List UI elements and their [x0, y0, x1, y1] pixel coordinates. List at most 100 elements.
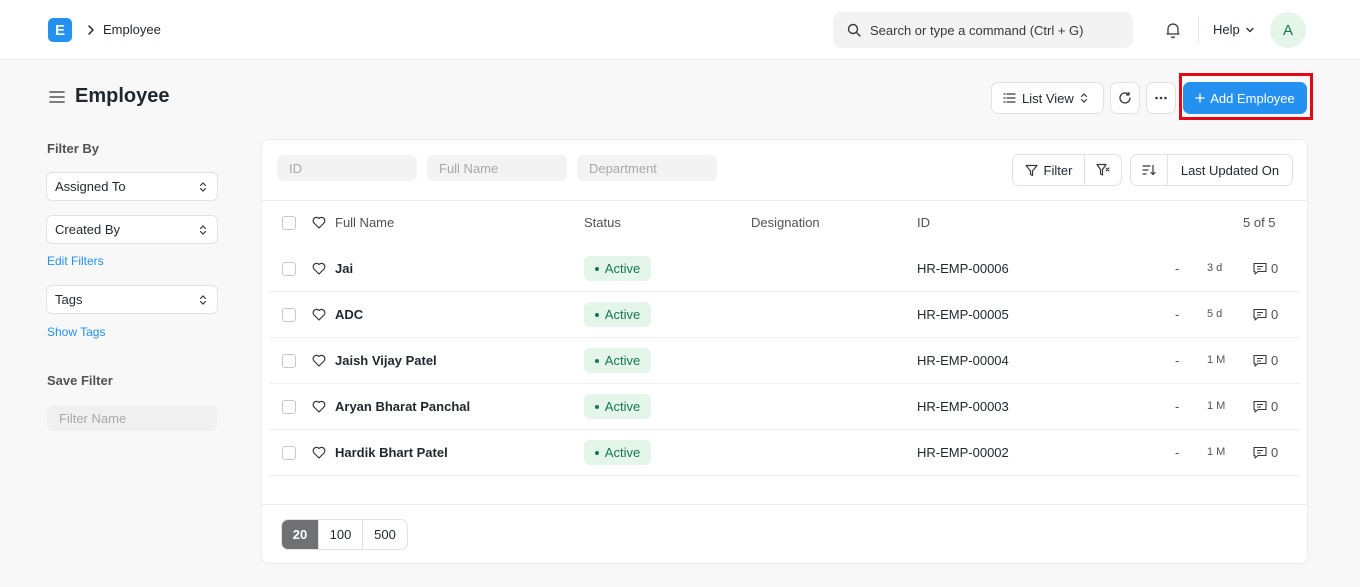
- search-input[interactable]: [870, 22, 1110, 38]
- filter-area-divider: [262, 200, 1307, 201]
- page-title: Employee: [75, 85, 170, 107]
- row-checkbox[interactable]: [282, 446, 296, 460]
- employee-id: HR-EMP-00005: [917, 307, 1009, 322]
- row-assignee: -: [1175, 353, 1180, 368]
- list-view-label: List View: [1022, 90, 1074, 106]
- help-dropdown[interactable]: Help: [1213, 22, 1255, 37]
- navbar: E Employee Help A: [0, 0, 1360, 60]
- status-dot: [594, 312, 599, 317]
- page-size-20-button[interactable]: 20: [282, 520, 319, 549]
- heart-icon[interactable]: [312, 262, 326, 275]
- status-badge[interactable]: Active: [584, 302, 651, 327]
- assigned-to-label: Assigned To: [55, 179, 126, 194]
- breadcrumb-employee[interactable]: Employee: [103, 22, 161, 37]
- status-dot: [594, 450, 599, 455]
- filter-button-group: Filter: [1012, 154, 1122, 186]
- tags-select[interactable]: Tags: [46, 285, 218, 314]
- navbar-divider: [1198, 16, 1199, 43]
- row-divider: [269, 337, 1300, 338]
- plus-icon: [1195, 93, 1205, 103]
- heart-icon[interactable]: [312, 446, 326, 459]
- sort-descending-icon: [1142, 164, 1156, 176]
- created-by-select[interactable]: Created By: [46, 215, 218, 244]
- filter-button[interactable]: Filter: [1013, 155, 1085, 185]
- status-badge[interactable]: Active: [584, 348, 651, 373]
- employee-id: HR-EMP-00004: [917, 353, 1009, 368]
- comment-icon: [1253, 354, 1267, 367]
- employee-name-link[interactable]: Jai: [335, 261, 353, 276]
- select-arrows-icon: [199, 294, 207, 305]
- department-filter-input[interactable]: [577, 155, 717, 181]
- status-label: Active: [604, 353, 641, 368]
- select-arrows-icon: [1080, 93, 1087, 103]
- heart-icon[interactable]: [312, 308, 326, 321]
- status-label: Active: [604, 445, 641, 460]
- employee-id: HR-EMP-00006: [917, 261, 1009, 276]
- row-checkbox[interactable]: [282, 400, 296, 414]
- row-divider: [269, 383, 1300, 384]
- assigned-to-select[interactable]: Assigned To: [46, 172, 218, 201]
- row-assignee: -: [1175, 261, 1180, 276]
- page-size-500-button[interactable]: 500: [363, 520, 407, 549]
- filter-label: Filter: [1043, 162, 1073, 178]
- comment-icon: [1253, 446, 1267, 459]
- column-header-full-name: Full Name: [335, 215, 395, 230]
- id-filter-input[interactable]: [277, 155, 417, 181]
- filter-clear-icon: [1096, 163, 1110, 176]
- app-logo[interactable]: E: [48, 18, 72, 42]
- heart-icon[interactable]: [312, 354, 326, 367]
- sidebar-toggle-icon[interactable]: [49, 90, 65, 104]
- notification-bell-icon[interactable]: [1164, 21, 1182, 39]
- row-divider: [269, 291, 1300, 292]
- heart-icon[interactable]: [312, 400, 326, 413]
- row-modified-time: 3 d: [1207, 262, 1223, 274]
- user-avatar[interactable]: A: [1270, 12, 1306, 48]
- row-modified-time: 1 M: [1207, 354, 1226, 366]
- show-tags-link[interactable]: Show Tags: [47, 325, 105, 339]
- filter-name-input[interactable]: [47, 405, 217, 431]
- clear-filters-button[interactable]: [1085, 155, 1121, 185]
- status-dot: [594, 266, 599, 271]
- awesomebar[interactable]: [833, 12, 1133, 48]
- status-badge[interactable]: Active: [584, 256, 651, 281]
- row-checkbox[interactable]: [282, 308, 296, 322]
- list-icon: [1003, 93, 1016, 103]
- edit-filters-link[interactable]: Edit Filters: [47, 254, 104, 268]
- full-name-filter-input[interactable]: [427, 155, 567, 181]
- status-label: Active: [604, 399, 641, 414]
- employee-id: HR-EMP-00003: [917, 399, 1009, 414]
- chevron-down-icon: [1246, 27, 1254, 32]
- add-employee-button[interactable]: Add Employee: [1183, 82, 1307, 114]
- help-label: Help: [1213, 22, 1240, 37]
- row-divider: [269, 475, 1300, 476]
- employee-name-link[interactable]: Jaish Vijay Patel: [335, 353, 437, 368]
- refresh-button[interactable]: [1110, 82, 1140, 114]
- column-header-id: ID: [917, 215, 930, 230]
- select-all-checkbox[interactable]: [282, 216, 296, 230]
- comment-icon: [1253, 262, 1267, 275]
- list-view-switcher[interactable]: List View: [991, 82, 1104, 114]
- row-checkbox[interactable]: [282, 262, 296, 276]
- status-badge[interactable]: Active: [584, 440, 651, 465]
- sort-order-button[interactable]: [1131, 155, 1168, 185]
- record-count: 5 of 5: [1243, 215, 1276, 230]
- heart-icon[interactable]: [312, 216, 326, 229]
- status-dot: [594, 404, 599, 409]
- comment-icon: [1253, 308, 1267, 321]
- employee-name-link[interactable]: Hardik Bhart Patel: [335, 445, 448, 460]
- filter-by-label: Filter By: [47, 141, 100, 156]
- tags-label: Tags: [55, 292, 83, 307]
- row-checkbox[interactable]: [282, 354, 296, 368]
- sort-field-selector[interactable]: Last Updated On: [1168, 155, 1292, 185]
- employee-name-link[interactable]: ADC: [335, 307, 363, 322]
- row-divider: [269, 429, 1300, 430]
- more-actions-button[interactable]: [1146, 82, 1176, 114]
- select-arrows-icon: [199, 224, 207, 235]
- search-icon: [847, 23, 861, 37]
- filter-icon: [1024, 164, 1038, 176]
- employee-name-link[interactable]: Aryan Bharat Panchal: [335, 399, 470, 414]
- sort-button-group: Last Updated On: [1130, 154, 1293, 186]
- add-employee-label: Add Employee: [1210, 90, 1295, 106]
- status-badge[interactable]: Active: [584, 394, 651, 419]
- page-size-100-button[interactable]: 100: [319, 520, 363, 549]
